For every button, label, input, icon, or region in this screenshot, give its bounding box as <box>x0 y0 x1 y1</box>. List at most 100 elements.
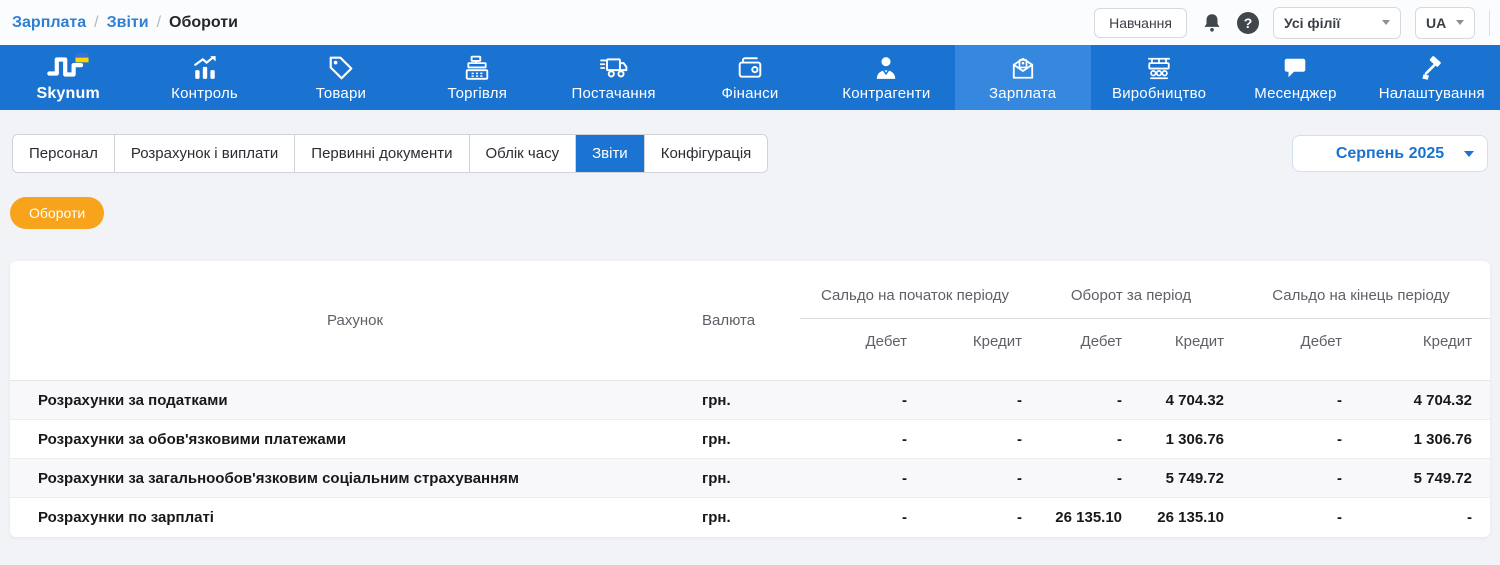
group-header-opening-balance: Сальдо на початок періоду <box>800 261 1030 319</box>
value-cell: - <box>1030 459 1130 498</box>
subheader-debit: Дебет <box>1232 319 1350 381</box>
gavel-icon <box>1419 53 1445 81</box>
nav-label: Контроль <box>171 85 238 102</box>
badge-row: Обороти <box>10 197 1488 229</box>
value-cell: - <box>800 420 915 459</box>
tab-reports[interactable]: Звіти <box>576 135 645 172</box>
breadcrumb-separator: / <box>94 14 98 32</box>
value-cell: - <box>800 459 915 498</box>
branch-select[interactable]: Усі філії <box>1273 7 1401 39</box>
value-cell: 4 704.32 <box>1350 381 1490 420</box>
value-cell: 1 306.76 <box>1350 420 1490 459</box>
column-header-currency: Валюта <box>700 261 800 381</box>
topbar-actions: Навчання ? Усі філії UA <box>1094 7 1490 39</box>
value-cell: - <box>1232 381 1350 420</box>
nav-item-finance[interactable]: Фінанси <box>682 45 818 110</box>
nav-label: Виробництво <box>1112 85 1206 102</box>
period-select[interactable]: Серпень 2025 <box>1292 135 1488 172</box>
value-cell: - <box>915 498 1030 537</box>
language-select[interactable]: UA <box>1415 7 1475 39</box>
nav-label: Торгівля <box>447 85 507 102</box>
bell-icon[interactable] <box>1201 12 1223 34</box>
value-cell: 1 306.76 <box>1130 420 1232 459</box>
tab-personnel[interactable]: Персонал <box>13 135 115 172</box>
tab-time-tracking[interactable]: Облік часу <box>470 135 577 172</box>
account-cell: Розрахунки по зарплаті <box>10 498 700 537</box>
currency-cell: грн. <box>700 498 800 537</box>
subheader-credit: Кредит <box>1130 319 1232 381</box>
value-cell: - <box>800 381 915 420</box>
nav-item-control[interactable]: Контроль <box>136 45 272 110</box>
value-cell: - <box>915 381 1030 420</box>
value-cell: - <box>1030 381 1130 420</box>
nav-item-messenger[interactable]: Месенджер <box>1227 45 1363 110</box>
report-badge[interactable]: Обороти <box>10 197 104 229</box>
tab-primary-documents[interactable]: Первинні документи <box>295 135 469 172</box>
branch-select-value: Усі філії <box>1284 15 1340 31</box>
value-cell: - <box>1232 420 1350 459</box>
price-tag-icon <box>328 53 354 81</box>
value-cell: 5 749.72 <box>1350 459 1490 498</box>
salary-envelope-icon <box>1010 53 1036 81</box>
nav-item-trade[interactable]: Торгівля <box>409 45 545 110</box>
nav-label: Фінанси <box>722 85 779 102</box>
currency-cell: грн. <box>700 420 800 459</box>
language-select-value: UA <box>1426 15 1446 31</box>
value-cell: 26 135.10 <box>1130 498 1232 537</box>
account-cell: Розрахунки за загальнообов'язковим соціа… <box>10 459 700 498</box>
logo-text: Skynum <box>36 85 99 103</box>
section-tabs-row: Персонал Розрахунок і виплати Первинні д… <box>12 134 1488 173</box>
breadcrumb-separator: / <box>157 14 161 32</box>
nav-label: Налаштування <box>1379 85 1485 102</box>
group-header-closing-balance: Сальдо на кінець періоду <box>1232 261 1490 319</box>
nav-label: Месенджер <box>1254 85 1336 102</box>
value-cell: - <box>1030 420 1130 459</box>
table-row: Розрахунки по зарплаті грн. - - 26 135.1… <box>10 498 1490 537</box>
period-select-value: Серпень 2025 <box>1336 145 1444 163</box>
nav-item-settings[interactable]: Налаштування <box>1364 45 1500 110</box>
turnover-table-card: Рахунок Валюта Сальдо на початок періоду… <box>10 261 1490 537</box>
tab-configuration[interactable]: Конфігурація <box>645 135 768 172</box>
topbar: Зарплата / Звіти / Обороти Навчання ? Ус… <box>0 0 1500 45</box>
chevron-down-icon <box>1464 151 1474 157</box>
account-cell: Розрахунки за податками <box>10 381 700 420</box>
nav-item-supply[interactable]: Постачання <box>545 45 681 110</box>
table-row: Розрахунки за обов'язковими платежами гр… <box>10 420 1490 459</box>
breadcrumb: Зарплата / Звіти / Обороти <box>12 14 238 32</box>
nav-label: Постачання <box>572 85 656 102</box>
nav-label: Товари <box>316 85 366 102</box>
value-cell: - <box>1350 498 1490 537</box>
currency-cell: грн. <box>700 381 800 420</box>
nav-item-production[interactable]: Виробництво <box>1091 45 1227 110</box>
table-row: Розрахунки за загальнообов'язковим соціа… <box>10 459 1490 498</box>
training-button[interactable]: Навчання <box>1094 8 1187 38</box>
skynum-logo[interactable]: Skynum <box>0 45 136 110</box>
help-icon[interactable]: ? <box>1237 12 1259 34</box>
production-line-icon <box>1146 53 1172 81</box>
chevron-down-icon <box>1382 20 1390 25</box>
turnover-table: Рахунок Валюта Сальдо на початок періоду… <box>10 261 1490 537</box>
nav-item-counterparties[interactable]: Контрагенти <box>818 45 954 110</box>
table-row: Розрахунки за податками грн. - - - 4 704… <box>10 381 1490 420</box>
value-cell: - <box>915 459 1030 498</box>
subheader-credit: Кредит <box>1350 319 1490 381</box>
skynum-logo-icon <box>44 53 92 81</box>
value-cell: 4 704.32 <box>1130 381 1232 420</box>
chevron-down-icon <box>1456 20 1464 25</box>
breadcrumb-link-reports[interactable]: Звіти <box>107 14 149 32</box>
value-cell: - <box>1232 459 1350 498</box>
tab-calculation-payments[interactable]: Розрахунок і виплати <box>115 135 295 172</box>
value-cell: 5 749.72 <box>1130 459 1232 498</box>
person-icon <box>873 53 899 81</box>
chart-growth-icon <box>192 53 218 81</box>
delivery-truck-icon <box>600 53 628 81</box>
wallet-icon <box>737 53 763 81</box>
main-nav: Skynum Контроль Товари <box>0 45 1500 110</box>
nav-item-goods[interactable]: Товари <box>273 45 409 110</box>
breadcrumb-link-salary[interactable]: Зарплата <box>12 14 86 32</box>
subheader-debit: Дебет <box>800 319 915 381</box>
value-cell: - <box>800 498 915 537</box>
nav-label: Контрагенти <box>842 85 930 102</box>
account-cell: Розрахунки за обов'язковими платежами <box>10 420 700 459</box>
nav-item-salary[interactable]: Зарплата <box>955 45 1091 110</box>
